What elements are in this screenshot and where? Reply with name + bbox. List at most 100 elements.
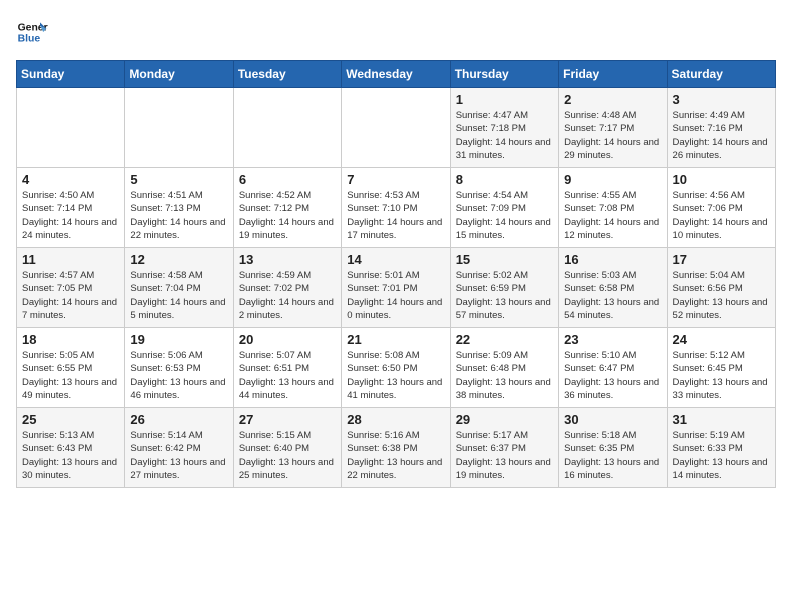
day-number: 9 [564, 172, 661, 187]
calendar-cell: 3 Sunrise: 4:49 AMSunset: 7:16 PMDaylight… [667, 88, 775, 168]
weekday-header: Friday [559, 61, 667, 88]
day-info: Sunrise: 4:47 AMSunset: 7:18 PMDaylight:… [456, 109, 553, 162]
day-info: Sunrise: 5:03 AMSunset: 6:58 PMDaylight:… [564, 269, 661, 322]
day-number: 25 [22, 412, 119, 427]
day-number: 19 [130, 332, 227, 347]
day-number: 22 [456, 332, 553, 347]
calendar-cell: 11Sunrise: 4:57 AMSunset: 7:05 PMDayligh… [17, 248, 125, 328]
calendar-cell: 2 Sunrise: 4:48 AMSunset: 7:17 PMDaylight… [559, 88, 667, 168]
day-info: Sunrise: 4:59 AMSunset: 7:02 PMDaylight:… [239, 269, 336, 322]
page-header: General Blue [16, 16, 776, 48]
calendar-cell: 4 Sunrise: 4:50 AMSunset: 7:14 PMDaylight… [17, 168, 125, 248]
svg-text:Blue: Blue [18, 34, 41, 45]
calendar-week-row: 1 Sunrise: 4:47 AMSunset: 7:18 PMDaylight… [17, 88, 776, 168]
day-number: 31 [673, 412, 770, 427]
day-info: Sunrise: 4:48 AMSunset: 7:17 PMDaylight:… [564, 109, 661, 162]
day-number: 27 [239, 412, 336, 427]
day-info: Sunrise: 5:07 AMSunset: 6:51 PMDaylight:… [239, 349, 336, 402]
day-info: Sunrise: 4:50 AMSunset: 7:14 PMDaylight:… [22, 189, 119, 242]
logo-icon: General Blue [16, 16, 48, 48]
calendar-cell: 25 Sunrise: 5:13 AMSunset: 6:43 PMDayligh… [17, 408, 125, 488]
day-info: Sunrise: 5:16 AMSunset: 6:38 PMDaylight:… [347, 429, 444, 482]
day-number: 24 [673, 332, 770, 347]
calendar-cell: 31 Sunrise: 5:19 AMSunset: 6:33 PMDayligh… [667, 408, 775, 488]
day-info: Sunrise: 5:13 AMSunset: 6:43 PMDaylight:… [22, 429, 119, 482]
calendar-cell [125, 88, 233, 168]
day-number: 18 [22, 332, 119, 347]
calendar-cell: 22 Sunrise: 5:09 AMSunset: 6:48 PMDayligh… [450, 328, 558, 408]
day-info: Sunrise: 5:17 AMSunset: 6:37 PMDaylight:… [456, 429, 553, 482]
calendar-table: SundayMondayTuesdayWednesdayThursdayFrid… [16, 60, 776, 488]
weekday-header: Thursday [450, 61, 558, 88]
day-info: Sunrise: 5:09 AMSunset: 6:48 PMDaylight:… [456, 349, 553, 402]
calendar-cell: 30 Sunrise: 5:18 AMSunset: 6:35 PMDayligh… [559, 408, 667, 488]
calendar-cell: 27Sunrise: 5:15 AMSunset: 6:40 PMDayligh… [233, 408, 341, 488]
weekday-header-row: SundayMondayTuesdayWednesdayThursdayFrid… [17, 61, 776, 88]
day-info: Sunrise: 5:04 AMSunset: 6:56 PMDaylight:… [673, 269, 770, 322]
day-number: 15 [456, 252, 553, 267]
day-number: 20 [239, 332, 336, 347]
day-info: Sunrise: 5:06 AMSunset: 6:53 PMDaylight:… [130, 349, 227, 402]
day-number: 5 [130, 172, 227, 187]
calendar-cell: 12 Sunrise: 4:58 AMSunset: 7:04 PMDayligh… [125, 248, 233, 328]
weekday-header: Tuesday [233, 61, 341, 88]
day-number: 1 [456, 92, 553, 107]
calendar-cell: 20 Sunrise: 5:07 AMSunset: 6:51 PMDayligh… [233, 328, 341, 408]
weekday-header: Monday [125, 61, 233, 88]
day-number: 4 [22, 172, 119, 187]
day-info: Sunrise: 5:02 AMSunset: 6:59 PMDaylight:… [456, 269, 553, 322]
calendar-cell: 10Sunrise: 4:56 AMSunset: 7:06 PMDayligh… [667, 168, 775, 248]
day-number: 14 [347, 252, 444, 267]
weekday-header: Saturday [667, 61, 775, 88]
calendar-cell: 17 Sunrise: 5:04 AMSunset: 6:56 PMDayligh… [667, 248, 775, 328]
calendar-cell: 24 Sunrise: 5:12 AMSunset: 6:45 PMDayligh… [667, 328, 775, 408]
day-number: 30 [564, 412, 661, 427]
calendar-cell: 8 Sunrise: 4:54 AMSunset: 7:09 PMDaylight… [450, 168, 558, 248]
day-number: 29 [456, 412, 553, 427]
day-info: Sunrise: 4:52 AMSunset: 7:12 PMDaylight:… [239, 189, 336, 242]
day-info: Sunrise: 4:54 AMSunset: 7:09 PMDaylight:… [456, 189, 553, 242]
calendar-cell: 23 Sunrise: 5:10 AMSunset: 6:47 PMDayligh… [559, 328, 667, 408]
calendar-cell: 18 Sunrise: 5:05 AMSunset: 6:55 PMDayligh… [17, 328, 125, 408]
weekday-header: Sunday [17, 61, 125, 88]
calendar-cell: 15 Sunrise: 5:02 AMSunset: 6:59 PMDayligh… [450, 248, 558, 328]
day-info: Sunrise: 5:12 AMSunset: 6:45 PMDaylight:… [673, 349, 770, 402]
calendar-cell: 16Sunrise: 5:03 AMSunset: 6:58 PMDayligh… [559, 248, 667, 328]
day-number: 3 [673, 92, 770, 107]
day-info: Sunrise: 5:10 AMSunset: 6:47 PMDaylight:… [564, 349, 661, 402]
calendar-cell: 29 Sunrise: 5:17 AMSunset: 6:37 PMDayligh… [450, 408, 558, 488]
day-number: 2 [564, 92, 661, 107]
day-number: 21 [347, 332, 444, 347]
calendar-week-row: 18 Sunrise: 5:05 AMSunset: 6:55 PMDayligh… [17, 328, 776, 408]
calendar-week-row: 11Sunrise: 4:57 AMSunset: 7:05 PMDayligh… [17, 248, 776, 328]
calendar-cell: 6Sunrise: 4:52 AMSunset: 7:12 PMDaylight… [233, 168, 341, 248]
calendar-cell: 26Sunrise: 5:14 AMSunset: 6:42 PMDayligh… [125, 408, 233, 488]
calendar-cell [17, 88, 125, 168]
calendar-cell: 21Sunrise: 5:08 AMSunset: 6:50 PMDayligh… [342, 328, 450, 408]
logo: General Blue [16, 16, 48, 48]
calendar-cell: 1 Sunrise: 4:47 AMSunset: 7:18 PMDaylight… [450, 88, 558, 168]
calendar-week-row: 25 Sunrise: 5:13 AMSunset: 6:43 PMDayligh… [17, 408, 776, 488]
day-info: Sunrise: 5:05 AMSunset: 6:55 PMDaylight:… [22, 349, 119, 402]
calendar-cell: 13Sunrise: 4:59 AMSunset: 7:02 PMDayligh… [233, 248, 341, 328]
calendar-cell: 14 Sunrise: 5:01 AMSunset: 7:01 PMDayligh… [342, 248, 450, 328]
day-number: 12 [130, 252, 227, 267]
day-number: 28 [347, 412, 444, 427]
calendar-week-row: 4 Sunrise: 4:50 AMSunset: 7:14 PMDaylight… [17, 168, 776, 248]
day-info: Sunrise: 5:18 AMSunset: 6:35 PMDaylight:… [564, 429, 661, 482]
calendar-cell [342, 88, 450, 168]
calendar-cell: 9Sunrise: 4:55 AMSunset: 7:08 PMDaylight… [559, 168, 667, 248]
weekday-header: Wednesday [342, 61, 450, 88]
day-info: Sunrise: 4:53 AMSunset: 7:10 PMDaylight:… [347, 189, 444, 242]
day-info: Sunrise: 4:51 AMSunset: 7:13 PMDaylight:… [130, 189, 227, 242]
day-info: Sunrise: 4:49 AMSunset: 7:16 PMDaylight:… [673, 109, 770, 162]
day-number: 26 [130, 412, 227, 427]
day-number: 8 [456, 172, 553, 187]
day-number: 17 [673, 252, 770, 267]
day-info: Sunrise: 5:01 AMSunset: 7:01 PMDaylight:… [347, 269, 444, 322]
day-info: Sunrise: 5:19 AMSunset: 6:33 PMDaylight:… [673, 429, 770, 482]
day-number: 7 [347, 172, 444, 187]
day-info: Sunrise: 4:58 AMSunset: 7:04 PMDaylight:… [130, 269, 227, 322]
day-number: 23 [564, 332, 661, 347]
day-number: 10 [673, 172, 770, 187]
